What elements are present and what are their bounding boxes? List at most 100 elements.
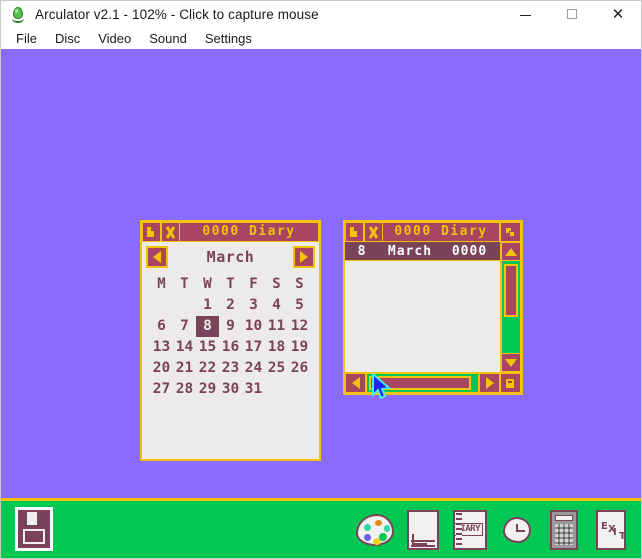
calendar-day-cell[interactable]: 26 [288,358,311,379]
diary-titlebar[interactable]: 0000 Diary [345,222,521,242]
diary-page-menu-icon[interactable] [345,222,364,242]
diary-entry-window[interactable]: 0000 Diary 8 March 0000 [343,220,523,395]
calendar-day-cell[interactable]: 7 [173,316,196,337]
diary-toggle-size-icon[interactable] [500,222,521,242]
calendar-body: March M T W T F S S 1 2 3 4 5 6 7 8 9 10… [142,242,319,459]
calendar-day-cell[interactable]: 10 [242,316,265,337]
riscos-iconbar: DIARY E X I T [1,498,641,558]
diary-main-row: 8 March 0000 [345,242,521,372]
menu-item-video[interactable]: Video [89,29,140,48]
menu-item-file[interactable]: File [7,29,46,48]
calendar-day-cell[interactable]: 18 [265,337,288,358]
horizontal-scroll-thumb[interactable] [369,376,472,390]
window-controls: ✕ [503,1,641,27]
calendar-day-cell[interactable]: 6 [150,316,173,337]
calendar-day-cell[interactable]: 11 [265,316,288,337]
iconbar-right-group: DIARY E X I T [356,507,641,553]
calendar-day-cell[interactable]: 25 [265,358,288,379]
calendar-day-cell[interactable]: 2 [219,295,242,316]
diary-close-icon[interactable] [364,222,383,242]
diary-vertical-scrollbar[interactable] [500,242,521,372]
calendar-day-cell[interactable]: 30 [219,379,242,400]
calendar-day-cell[interactable]: 20 [150,358,173,379]
calendar-day-header-row: M T W T F S S [150,274,311,295]
scroll-left-button[interactable] [345,373,366,393]
calendar-day-cell[interactable]: 22 [196,358,219,379]
window-title: Arculator v2.1 - 102% - Click to capture… [35,6,319,22]
calendar-day-cell[interactable]: 24 [242,358,265,379]
maximize-button[interactable] [549,1,595,27]
calendar-month-label: March [206,248,255,266]
calendar-day-cell[interactable]: 16 [219,337,242,358]
scroll-down-button[interactable] [501,353,521,372]
previous-month-button[interactable] [146,246,168,268]
calendar-window-title: 0000 Diary [180,222,319,242]
diary-date-year: 0000 [451,243,488,259]
menu-item-settings[interactable]: Settings [196,29,261,48]
calendar-day-cell[interactable]: 31 [242,379,265,400]
calendar-page-menu-icon[interactable] [142,222,161,242]
draw-document-icon[interactable] [403,507,443,553]
diary-window-title: 0000 Diary [383,222,500,242]
paint-palette-icon[interactable] [356,507,396,553]
emulator-screen[interactable]: 0000 Diary March M T W T F S S 1 2 3 4 5… [1,49,641,558]
minimize-button[interactable] [503,1,549,27]
calendar-week-row: 13 14 15 16 17 18 19 [150,337,311,358]
diary-notebook-icon[interactable]: DIARY [450,507,490,553]
menu-item-disc[interactable]: Disc [46,29,89,48]
calendar-day-cell[interactable]: 13 [150,337,173,358]
calendar-day-cell[interactable]: 15 [196,337,219,358]
calendar-day-cell[interactable]: 27 [150,379,173,400]
horizontal-scroll-track[interactable] [366,373,479,393]
diary-date-day: 8 [357,243,367,259]
calendar-close-icon[interactable] [161,222,180,242]
diary-resize-handle[interactable] [500,373,521,393]
calendar-window[interactable]: 0000 Diary March M T W T F S S 1 2 3 4 5… [140,220,321,461]
vertical-scroll-track[interactable] [501,261,521,353]
scroll-right-button[interactable] [479,373,500,393]
diary-text-area[interactable] [345,261,500,372]
vertical-scroll-thumb[interactable] [504,264,518,318]
diary-content-column: 8 March 0000 [345,242,500,372]
calendar-day-cell-selected[interactable]: 8 [196,316,219,337]
calendar-day-cell [265,379,288,400]
calendar-day-cell[interactable]: 14 [173,337,196,358]
exit-letter-e: E [601,520,608,532]
calendar-week-row: 6 7 8 9 10 11 12 [150,316,311,337]
iconbar-left-group [1,506,55,553]
exit-icon[interactable]: E X I T [591,507,631,553]
calendar-day-cell [288,379,311,400]
calendar-day-cell[interactable]: 17 [242,337,265,358]
calendar-day-cell[interactable]: 4 [265,295,288,316]
menu-item-sound[interactable]: Sound [140,29,196,48]
next-month-button[interactable] [293,246,315,268]
diary-entry-date: 8 March 0000 [345,242,500,261]
calendar-day-cell[interactable]: 19 [288,337,311,358]
day-header-tue: T [180,276,189,292]
day-header-wed: W [203,276,212,292]
calendar-day-cell[interactable]: 9 [219,316,242,337]
clock-icon[interactable] [497,507,537,553]
calendar-day-cell[interactable]: 23 [219,358,242,379]
calendar-nav-row: March [142,242,319,268]
calendar-day-cell[interactable]: 28 [173,379,196,400]
calendar-day-cell[interactable]: 3 [242,295,265,316]
calendar-day-cell [150,295,173,316]
close-button[interactable]: ✕ [595,1,641,27]
calendar-day-cell[interactable]: 1 [196,295,219,316]
calendar-week-row: 27 28 29 30 31 [150,379,311,400]
calendar-day-cell[interactable]: 5 [288,295,311,316]
calendar-titlebar[interactable]: 0000 Diary [142,222,319,242]
floppy-disc-icon[interactable] [15,506,55,553]
calendar-day-cell[interactable]: 12 [288,316,311,337]
calendar-day-cell[interactable]: 21 [173,358,196,379]
menubar: File Disc Video Sound Settings [1,27,641,49]
diary-bottom-row [345,372,521,393]
calculator-icon[interactable] [544,507,584,553]
exit-letter-i: I [613,526,617,538]
calendar-day-cell[interactable]: 29 [196,379,219,400]
calendar-week-row: 1 2 3 4 5 [150,295,311,316]
scroll-up-button[interactable] [501,242,521,261]
day-header-sun: S [295,276,304,292]
calendar-day-cell [173,295,196,316]
